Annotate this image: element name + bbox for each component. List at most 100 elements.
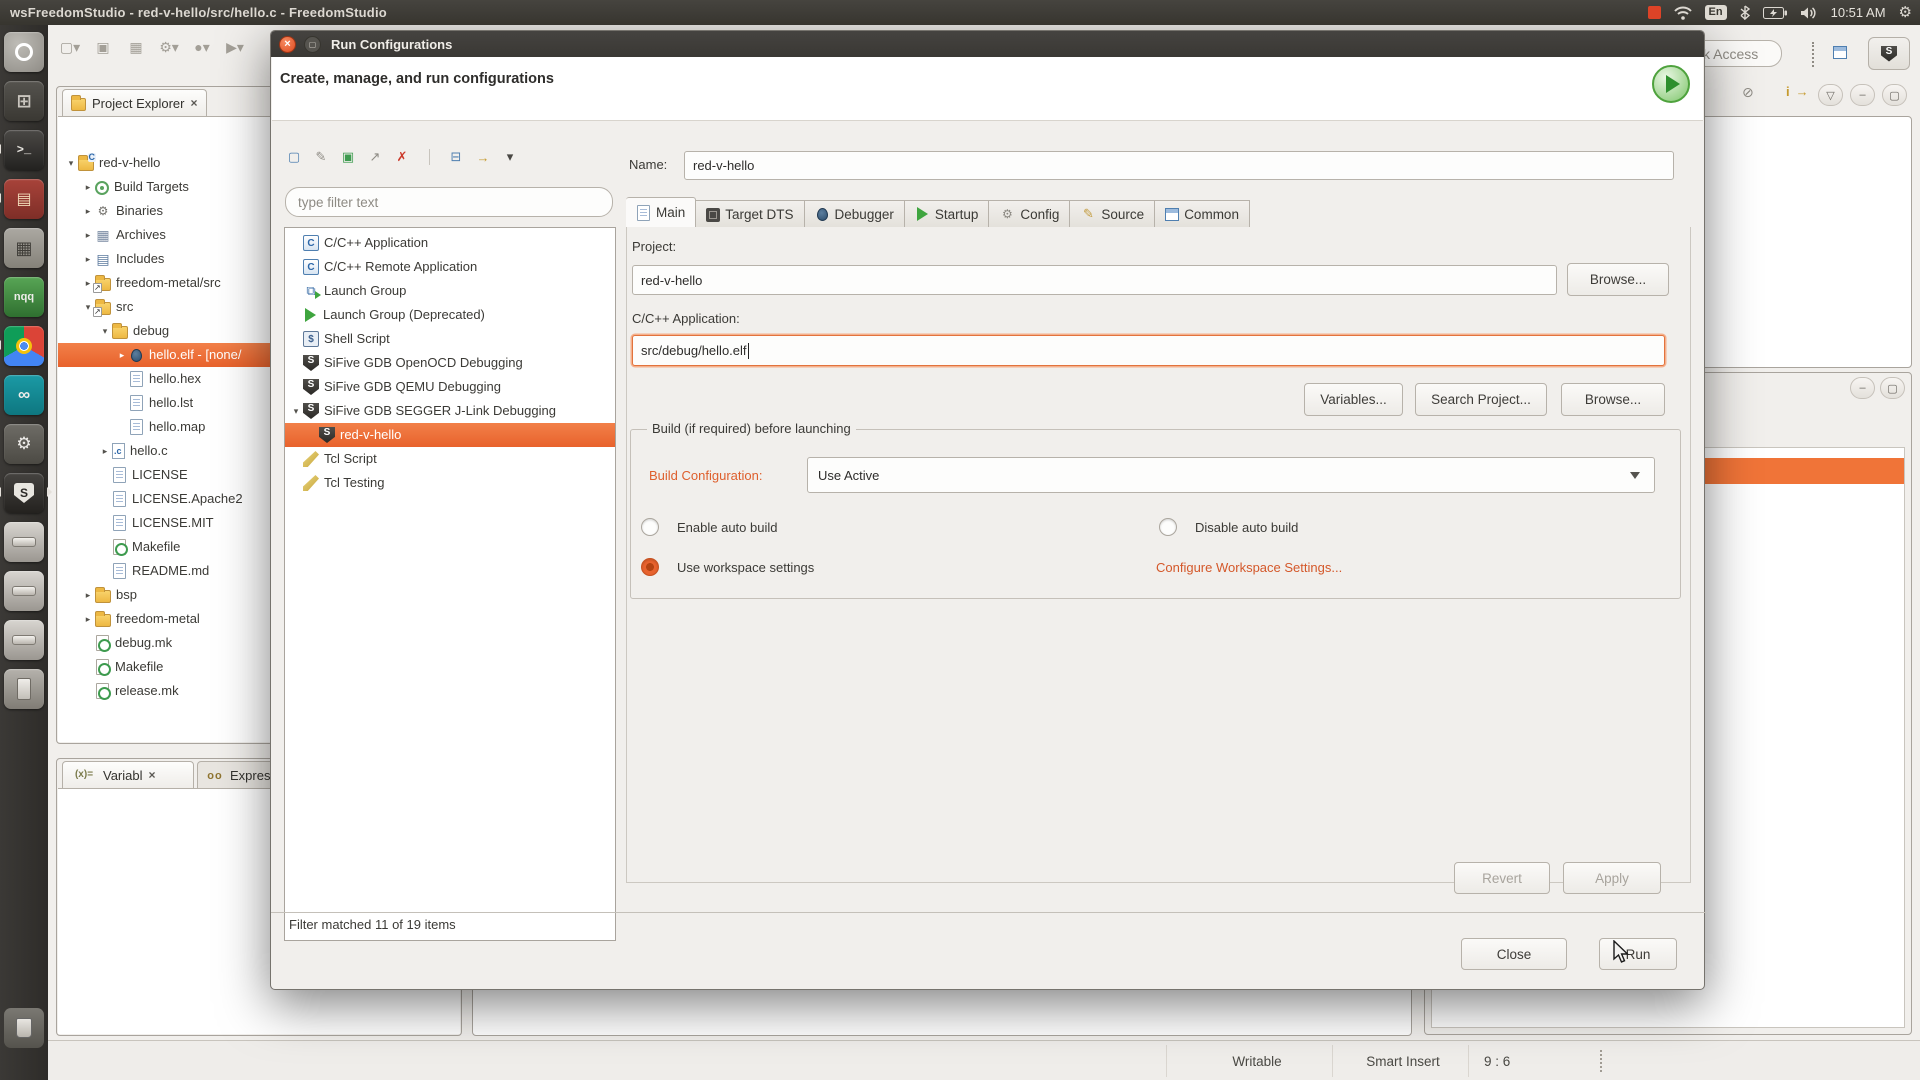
expander-icon[interactable]: ▸	[81, 199, 95, 223]
dialog-tab[interactable]: Config	[989, 200, 1070, 228]
debug-icon[interactable]: ●▾	[190, 34, 214, 60]
browse-project-button[interactable]: Browse...	[1567, 263, 1669, 296]
configuration-item[interactable]: ▾ SiFive GDB SEGGER J-Link Debugging	[285, 399, 615, 423]
name-input[interactable]: red-v-hello	[684, 151, 1674, 180]
dialog-tab[interactable]: Debugger	[805, 200, 905, 228]
configuration-item[interactable]: Tcl Script	[285, 447, 615, 471]
close-button[interactable]: Close	[1461, 938, 1567, 970]
dock-terminal[interactable]: >_	[4, 130, 44, 170]
expander-icon[interactable]: ▸	[81, 607, 95, 631]
close-window-icon[interactable]: ×	[279, 36, 296, 53]
volume-icon[interactable]	[1800, 6, 1818, 20]
export-launch-configurations-icon[interactable]: ↗	[365, 147, 385, 167]
dock-disk-3[interactable]	[4, 620, 44, 660]
duplicate-launch-configuration-icon[interactable]: ✎	[311, 147, 331, 167]
skip-all-breakpoints-icon[interactable]: ⊘	[1742, 84, 1754, 101]
project-input[interactable]: red-v-hello	[632, 265, 1557, 295]
keyboard-layout-indicator[interactable]: En	[1705, 5, 1727, 20]
dialog-tab[interactable]: Target DTS	[696, 200, 804, 228]
instruction-stepping-icon[interactable]: i→	[1786, 84, 1809, 99]
expander-icon[interactable]: ▸	[81, 247, 95, 271]
recording-indicator-icon[interactable]	[1648, 6, 1661, 19]
filter-launch-configurations-icon[interactable]: →	[473, 147, 493, 167]
maximize-terminal-button[interactable]: ▢	[1880, 377, 1905, 399]
dock-arduino[interactable]: ∞	[4, 375, 44, 415]
application-input[interactable]: src/debug/hello.elf	[632, 335, 1665, 366]
new-prototype-icon[interactable]: ▣	[338, 147, 358, 167]
expander-icon[interactable]: ▾	[64, 151, 78, 175]
dock-disk-2[interactable]	[4, 571, 44, 611]
build-configuration-select[interactable]: Use Active	[807, 457, 1655, 493]
menu-dropdown-icon[interactable]: ▾	[500, 147, 520, 167]
collapse-all-icon[interactable]: ⊟	[446, 147, 466, 167]
filter-input[interactable]: type filter text	[285, 187, 613, 217]
search-project-button[interactable]: Search Project...	[1415, 383, 1547, 416]
configure-workspace-settings-link[interactable]: Configure Workspace Settings...	[1156, 560, 1342, 575]
configuration-item[interactable]: SiFive GDB OpenOCD Debugging	[285, 351, 615, 375]
minimize-terminal-button[interactable]: –	[1850, 377, 1875, 399]
delete-launch-configuration-icon[interactable]: ✗	[392, 147, 412, 167]
maximize-window-icon[interactable]: ▢	[304, 36, 321, 53]
new-launch-configuration-icon[interactable]: ▢	[284, 147, 304, 167]
expander-icon[interactable]: ▸	[81, 583, 95, 607]
expander-icon[interactable]: ▸	[81, 175, 95, 199]
configuration-item[interactable]: Launch Group	[285, 279, 615, 303]
dialog-tab[interactable]: Source	[1070, 200, 1155, 228]
tab-variables[interactable]: (x)= Variabl ×	[62, 761, 194, 788]
dock-disk-1[interactable]	[4, 522, 44, 562]
dialog-tab[interactable]: Startup	[905, 200, 990, 228]
dock-calculator[interactable]: ▦	[4, 228, 44, 268]
toolbar-drag-handle[interactable]	[1812, 42, 1814, 67]
bluetooth-icon[interactable]	[1740, 5, 1750, 20]
open-perspective-icon[interactable]	[1833, 45, 1847, 62]
build-icon[interactable]: ⚙▾	[157, 34, 181, 60]
variables-button[interactable]: Variables...	[1304, 383, 1403, 416]
trash-icon[interactable]	[4, 1008, 44, 1048]
configuration-item[interactable]: C/C++ Remote Application	[285, 255, 615, 279]
disable-auto-build-radio[interactable]	[1159, 518, 1177, 536]
tab-project-explorer[interactable]: Project Explorer ×	[62, 89, 207, 116]
toolbar-separator[interactable]	[419, 147, 439, 167]
configuration-item[interactable]: Shell Script	[285, 327, 615, 351]
configuration-item[interactable]: red-v-hello	[285, 423, 615, 447]
enable-auto-build-radio[interactable]	[641, 518, 659, 536]
expander-icon[interactable]: ▸	[81, 223, 95, 247]
dock-workspace-switcher[interactable]: ⊞	[4, 81, 44, 121]
dock-chromium[interactable]	[4, 326, 44, 366]
dock-usb-drive[interactable]	[4, 669, 44, 709]
close-tab-icon[interactable]: ×	[149, 768, 156, 782]
apply-button[interactable]: Apply	[1563, 862, 1661, 894]
dialog-tab[interactable]: Common	[1155, 200, 1250, 228]
new-wizard-icon[interactable]: ▢▾	[58, 34, 82, 60]
use-workspace-settings-radio[interactable]	[641, 558, 659, 576]
configuration-item[interactable]: Tcl Testing	[285, 471, 615, 495]
minimize-view-button[interactable]: –	[1850, 84, 1875, 106]
revert-button[interactable]: Revert	[1454, 862, 1550, 894]
clock[interactable]: 10:51 AM	[1831, 5, 1886, 20]
browse-application-button[interactable]: Browse...	[1561, 383, 1665, 416]
configuration-item[interactable]: Launch Group (Deprecated)	[285, 303, 615, 327]
run-circle-button[interactable]	[1652, 65, 1690, 103]
expander-icon[interactable]: ▾	[289, 399, 303, 423]
dock-notepadqq[interactable]: nqq	[4, 277, 44, 317]
save-icon[interactable]: ▣	[91, 34, 115, 60]
statusbar-drag-handle[interactable]	[1600, 1050, 1602, 1072]
sifive-perspective-button[interactable]	[1868, 37, 1910, 70]
dialog-tab[interactable]: Main	[626, 197, 696, 228]
battery-icon[interactable]	[1763, 7, 1787, 19]
quick-access-input[interactable]: k Access	[1692, 40, 1782, 67]
expander-icon[interactable]: ▸	[98, 439, 112, 463]
expander-icon[interactable]: ▾	[98, 319, 112, 343]
save-all-icon[interactable]: ▦	[124, 34, 148, 60]
expander-icon[interactable]: ▸	[115, 343, 129, 367]
dock-freedomstudio[interactable]: S	[4, 473, 44, 513]
close-tab-icon[interactable]: ×	[190, 96, 197, 110]
run-button[interactable]: Run	[1599, 938, 1677, 970]
configuration-item[interactable]: SiFive GDB QEMU Debugging	[285, 375, 615, 399]
configuration-item[interactable]: C/C++ Application	[285, 231, 615, 255]
maximize-view-button[interactable]: ▢	[1882, 84, 1907, 106]
dialog-titlebar[interactable]: × ▢ Run Configurations	[271, 31, 1704, 57]
dock-ubuntu[interactable]	[4, 32, 44, 72]
dock-file-cabinet[interactable]: ▤	[4, 179, 44, 219]
session-gear-icon[interactable]: ⚙	[1899, 5, 1912, 20]
